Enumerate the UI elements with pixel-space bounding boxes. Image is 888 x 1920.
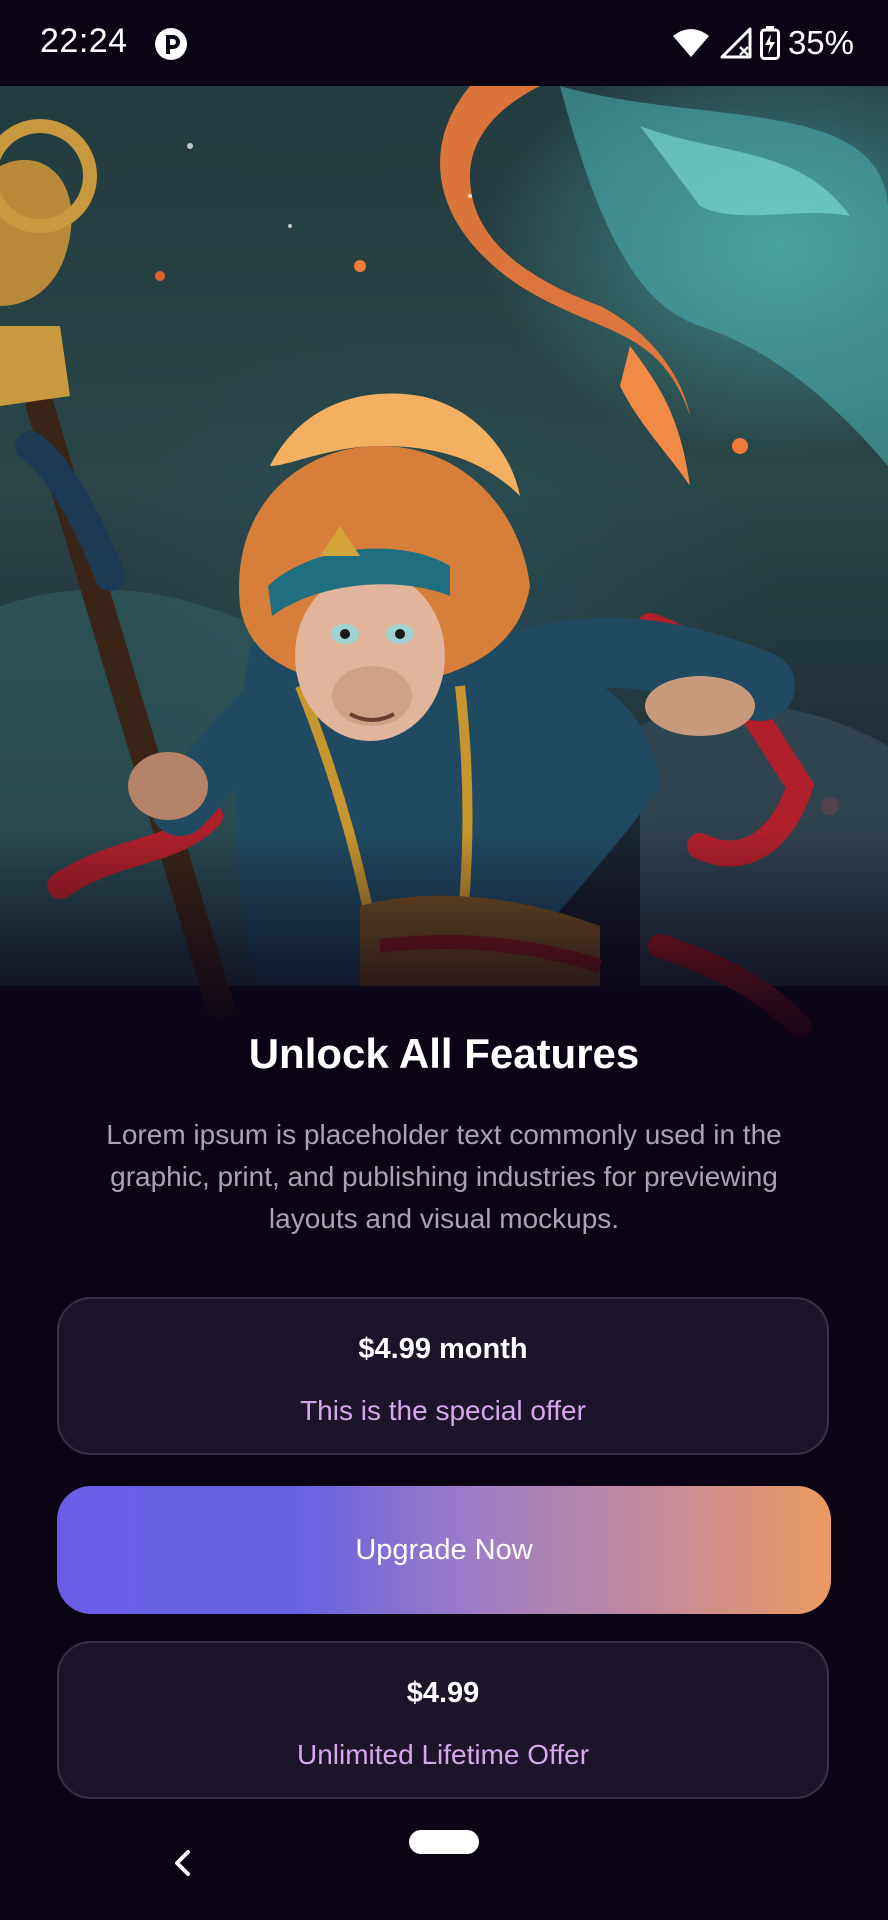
upgrade-now-button[interactable]: Upgrade Now: [57, 1486, 831, 1614]
wifi-icon: [672, 29, 709, 57]
plan-subtitle: Unlimited Lifetime Offer: [296, 1739, 590, 1770]
status-bar: 22:24 35%: [0, 0, 888, 86]
battery-percentage: 35%: [787, 24, 854, 61]
monthly-plan-card[interactable]: $4.99 month This is the special offer: [57, 1297, 829, 1455]
home-pill-icon[interactable]: [409, 1830, 479, 1854]
cellular-no-signal-icon: [720, 27, 752, 59]
plan-subtitle: This is the special offer: [300, 1395, 586, 1426]
status-icons: 35%: [672, 24, 854, 62]
back-icon[interactable]: [168, 1846, 198, 1880]
paywall-title: Unlock All Features: [248, 1030, 640, 1077]
paywall-description: Lorem ipsum is placeholder text commonly…: [106, 1119, 782, 1234]
lifetime-plan-card[interactable]: $4.99 Unlimited Lifetime Offer: [57, 1641, 829, 1799]
plan-price: $4.99 month: [358, 1333, 528, 1365]
paywall-screen: 22:24 35% Unlock All Features Lorem ipsu…: [0, 0, 888, 1920]
plan-price: $4.99: [406, 1677, 480, 1709]
app-notification-icon: [155, 28, 187, 60]
hero-image: [0, 86, 888, 1090]
status-time: 22:24: [40, 22, 128, 60]
battery-charging-icon: [759, 26, 780, 60]
